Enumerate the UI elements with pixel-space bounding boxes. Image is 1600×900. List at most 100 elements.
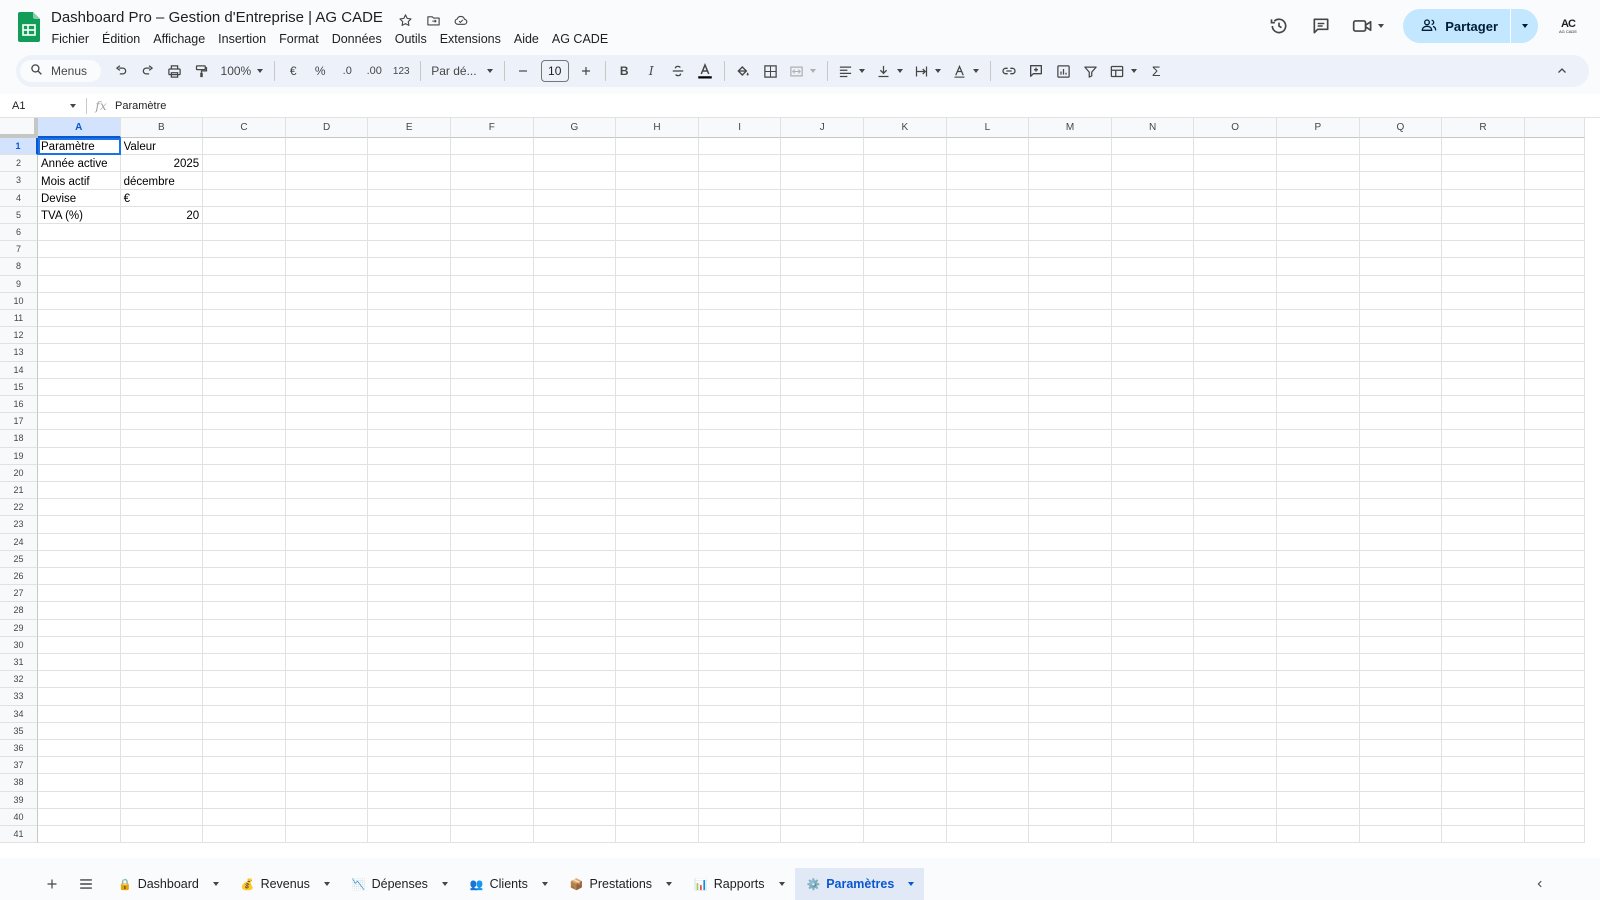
cell-a9[interactable] xyxy=(38,275,121,293)
cell-b13[interactable] xyxy=(120,344,204,362)
cell-b11[interactable] xyxy=(120,310,204,328)
cell-b2[interactable]: 2025 xyxy=(120,155,204,173)
row-header-5[interactable]: 5 xyxy=(0,206,38,224)
cell-i28[interactable] xyxy=(698,602,782,620)
cell-f16[interactable] xyxy=(451,396,534,414)
cell-p35[interactable] xyxy=(1277,722,1360,740)
cell-n11[interactable] xyxy=(1111,310,1195,328)
cell-r37[interactable] xyxy=(1442,757,1525,775)
cell-n19[interactable] xyxy=(1111,447,1195,465)
cell-r11[interactable] xyxy=(1442,310,1525,328)
cell-d13[interactable] xyxy=(285,344,369,362)
cell-r33[interactable] xyxy=(1442,688,1525,706)
cell-n16[interactable] xyxy=(1111,396,1195,414)
format-percent-button[interactable]: % xyxy=(307,59,333,83)
cell-s10[interactable] xyxy=(1524,292,1585,310)
cell-r7[interactable] xyxy=(1442,241,1525,259)
cell-r25[interactable] xyxy=(1442,550,1525,568)
cell-l28[interactable] xyxy=(946,602,1030,620)
cell-s25[interactable] xyxy=(1524,550,1585,568)
cell-j18[interactable] xyxy=(781,430,864,448)
cell-b34[interactable] xyxy=(120,705,204,723)
cell-m25[interactable] xyxy=(1029,550,1112,568)
row-header-10[interactable]: 10 xyxy=(0,292,38,310)
cell-q32[interactable] xyxy=(1359,671,1443,689)
cell-g21[interactable] xyxy=(533,482,617,500)
cell-k10[interactable] xyxy=(864,292,947,310)
cell-i34[interactable] xyxy=(698,705,782,723)
cell-e24[interactable] xyxy=(368,533,451,551)
cell-d39[interactable] xyxy=(285,791,369,809)
cell-h7[interactable] xyxy=(616,241,699,259)
cell-a30[interactable] xyxy=(38,636,121,654)
cell-j29[interactable] xyxy=(781,619,864,637)
cell-i2[interactable] xyxy=(698,155,782,173)
cell-l5[interactable] xyxy=(946,206,1030,224)
column-header-e[interactable]: E xyxy=(368,118,451,138)
cell-s3[interactable] xyxy=(1524,172,1585,190)
cell-i26[interactable] xyxy=(698,568,782,586)
cell-d27[interactable] xyxy=(285,585,369,603)
cell-b41[interactable] xyxy=(120,826,204,844)
cell-h37[interactable] xyxy=(616,757,699,775)
cell-h3[interactable] xyxy=(616,172,699,190)
cell-r32[interactable] xyxy=(1442,671,1525,689)
cell-l24[interactable] xyxy=(946,533,1030,551)
cell-p34[interactable] xyxy=(1277,705,1360,723)
cell-h32[interactable] xyxy=(616,671,699,689)
cell-g7[interactable] xyxy=(533,241,617,259)
cell-p25[interactable] xyxy=(1277,550,1360,568)
cell-o41[interactable] xyxy=(1194,826,1277,844)
cell-a25[interactable] xyxy=(38,550,121,568)
cell-e1[interactable] xyxy=(368,138,451,156)
row-header-11[interactable]: 11 xyxy=(0,310,38,328)
cell-e3[interactable] xyxy=(368,172,451,190)
cell-f37[interactable] xyxy=(451,757,534,775)
cell-e14[interactable] xyxy=(368,361,451,379)
cell-q25[interactable] xyxy=(1359,550,1443,568)
cell-g29[interactable] xyxy=(533,619,617,637)
cell-i40[interactable] xyxy=(698,808,782,826)
cell-g12[interactable] xyxy=(533,327,617,345)
cell-g8[interactable] xyxy=(533,258,617,276)
cell-r17[interactable] xyxy=(1442,413,1525,431)
row-header-20[interactable]: 20 xyxy=(0,464,38,482)
cell-m8[interactable] xyxy=(1029,258,1112,276)
cell-a33[interactable] xyxy=(38,688,121,706)
cell-s16[interactable] xyxy=(1524,396,1585,414)
cell-a35[interactable] xyxy=(38,722,121,740)
cell-q3[interactable] xyxy=(1359,172,1443,190)
cell-s40[interactable] xyxy=(1524,808,1585,826)
all-sheets-icon[interactable] xyxy=(72,870,100,898)
cell-o22[interactable] xyxy=(1194,499,1277,517)
cell-m31[interactable] xyxy=(1029,654,1112,672)
cell-p6[interactable] xyxy=(1277,224,1360,242)
cell-h5[interactable] xyxy=(616,206,699,224)
cell-o30[interactable] xyxy=(1194,636,1277,654)
cell-s23[interactable] xyxy=(1524,516,1585,534)
cell-n38[interactable] xyxy=(1111,774,1195,792)
cell-l13[interactable] xyxy=(946,344,1030,362)
cell-q34[interactable] xyxy=(1359,705,1443,723)
cell-d28[interactable] xyxy=(285,602,369,620)
cell-q2[interactable] xyxy=(1359,155,1443,173)
cell-a5[interactable]: TVA (%) xyxy=(38,206,121,224)
add-sheet-icon[interactable] xyxy=(38,870,66,898)
cell-d18[interactable] xyxy=(285,430,369,448)
cell-p30[interactable] xyxy=(1277,636,1360,654)
cell-i24[interactable] xyxy=(698,533,782,551)
cell-o26[interactable] xyxy=(1194,568,1277,586)
row-header-38[interactable]: 38 xyxy=(0,774,38,792)
cell-s38[interactable] xyxy=(1524,774,1585,792)
cell-q13[interactable] xyxy=(1359,344,1443,362)
cell-e19[interactable] xyxy=(368,447,451,465)
sheet-tab-menu-icon[interactable] xyxy=(212,882,219,886)
cell-a16[interactable] xyxy=(38,396,121,414)
cell-d11[interactable] xyxy=(285,310,369,328)
cell-j12[interactable] xyxy=(781,327,864,345)
cell-k40[interactable] xyxy=(864,808,947,826)
cell-a13[interactable] xyxy=(38,344,121,362)
cell-d12[interactable] xyxy=(285,327,369,345)
cell-b31[interactable] xyxy=(120,654,204,672)
cell-k2[interactable] xyxy=(864,155,947,173)
